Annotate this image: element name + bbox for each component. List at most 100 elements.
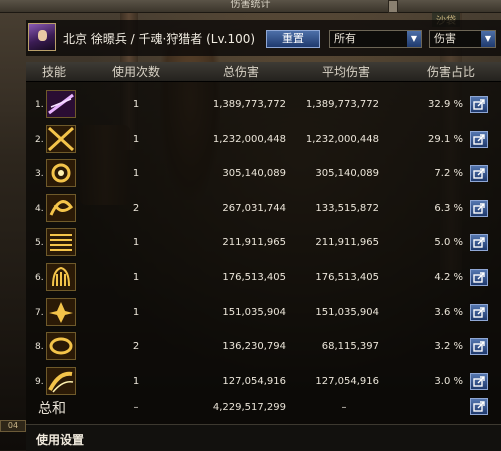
row-total-damage: 1,232,000,448 [212, 133, 286, 145]
row-total-damage: 151,035,904 [222, 306, 286, 318]
golden-ring-skill-icon [46, 332, 76, 361]
share-arrow-icon [473, 401, 485, 412]
golden-spiral-skill-icon [46, 159, 76, 188]
damage-stats-panel: 北京 徐暻兵 / 千魂·狩猎者 (Lv.100) 重置 所有 ▼ 伤害 ▼ 技能… [26, 20, 501, 451]
settings-button[interactable]: 使用设置 [36, 431, 84, 448]
summary-avg-damage: – [341, 402, 347, 413]
share-arrow-icon [473, 376, 485, 387]
summary-row: 总和 – 4,229,517,299 – [26, 394, 501, 424]
row-rank: 7. [35, 307, 44, 318]
share-button[interactable] [470, 165, 488, 183]
column-headers: 技能 使用次数 总伤害 平均伤害 伤害占比 [26, 62, 501, 82]
share-button[interactable] [470, 372, 488, 390]
row-avg-damage: 151,035,904 [315, 306, 379, 318]
row-total-damage: 127,054,916 [222, 375, 286, 387]
share-button[interactable] [470, 398, 488, 415]
type-filter-value: 伤害 [434, 32, 456, 45]
chevron-down-icon[interactable]: ▼ [481, 31, 495, 47]
share-button[interactable] [470, 338, 488, 356]
row-uses: 1 [132, 237, 140, 249]
row-rank: 1. [35, 100, 44, 110]
row-damage-pct: 29.1 % [428, 133, 463, 145]
row-uses: 2 [132, 202, 140, 214]
share-button[interactable] [470, 96, 488, 113]
row-total-damage: 176,513,405 [222, 272, 286, 283]
summary-label: 总和 [38, 401, 66, 417]
share-arrow-icon [473, 272, 485, 283]
share-arrow-icon [473, 237, 485, 249]
table-row: 5. 1 211,911,965 211,911,965 5.0 % [26, 225, 501, 259]
row-uses: 1 [132, 375, 140, 387]
row-total-damage: 211,911,965 [222, 237, 286, 249]
golden-cross-slash-skill-icon [46, 124, 76, 153]
column-header-pct: 伤害占比 [426, 65, 475, 79]
summary-total-damage: 4,229,517,299 [212, 402, 286, 413]
row-damage-pct: 3.0 % [434, 375, 463, 387]
share-button[interactable] [470, 234, 488, 252]
table-row: 9. 1 127,054,916 127,054,916 3.0 % [26, 364, 501, 398]
row-uses: 1 [132, 272, 140, 283]
row-avg-damage: 211,911,965 [315, 237, 379, 249]
title-scroll-handle[interactable] [388, 0, 398, 13]
column-header-skill: 技能 [41, 65, 66, 79]
share-button[interactable] [470, 130, 488, 148]
golden-swipe-skill-icon [46, 366, 76, 395]
row-rank: 2. [35, 134, 44, 145]
row-damage-pct: 4.2 % [434, 272, 463, 283]
share-arrow-icon [473, 203, 485, 214]
row-uses: 2 [132, 341, 140, 353]
row-uses: 1 [132, 99, 140, 110]
table-row: 8. 2 136,230,794 68,115,397 3.2 % [26, 329, 501, 363]
window-title-bar[interactable]: 伤害统计 [0, 0, 501, 13]
row-uses: 1 [132, 168, 140, 180]
share-arrow-icon [473, 341, 485, 352]
row-avg-damage: 68,115,397 [321, 341, 379, 353]
share-button[interactable] [470, 199, 488, 217]
share-arrow-icon [473, 168, 485, 179]
row-avg-damage: 133,515,872 [315, 202, 379, 214]
row-uses: 1 [132, 306, 140, 318]
column-header-uses: 使用次数 [111, 65, 160, 79]
type-filter-select[interactable]: 伤害 ▼ [429, 30, 496, 48]
row-total-damage: 305,140,089 [222, 168, 286, 180]
target-filter-select[interactable]: 所有 ▼ [329, 30, 422, 48]
row-rank: 9. [35, 376, 44, 387]
golden-lines-skill-icon [46, 228, 76, 257]
reset-button[interactable]: 重置 [266, 30, 320, 48]
share-button[interactable] [470, 269, 488, 286]
table-row: 2. 1 1,232,000,448 1,232,000,448 29.1 % [26, 122, 501, 156]
purple-slash-skill-icon [46, 90, 76, 118]
row-damage-pct: 5.0 % [434, 237, 463, 249]
golden-claw-skill-icon [46, 263, 76, 291]
share-arrow-icon [473, 306, 485, 318]
row-avg-damage: 1,232,000,448 [305, 133, 379, 145]
panel-header: 北京 徐暻兵 / 千魂·狩猎者 (Lv.100) 重置 所有 ▼ 伤害 ▼ [26, 20, 501, 56]
row-avg-damage: 176,513,405 [315, 272, 379, 283]
row-total-damage: 136,230,794 [222, 341, 286, 353]
avatar [28, 23, 56, 51]
row-rank: 4. [35, 203, 44, 214]
row-damage-pct: 3.2 % [434, 341, 463, 353]
row-avg-damage: 1,389,773,772 [305, 99, 379, 110]
row-rank: 3. [35, 169, 44, 180]
summary-uses: – [133, 402, 139, 413]
row-damage-pct: 7.2 % [434, 168, 463, 180]
chevron-down-icon[interactable]: ▼ [407, 31, 421, 47]
column-header-total: 总伤害 [222, 65, 259, 79]
table-row: 3. 1 305,140,089 305,140,089 7.2 % [26, 156, 501, 190]
row-damage-pct: 6.3 % [434, 202, 463, 214]
row-total-damage: 267,031,744 [222, 202, 286, 214]
side-badge: 04 [0, 420, 26, 432]
row-damage-pct: 32.9 % [428, 99, 463, 110]
row-avg-damage: 305,140,089 [315, 168, 379, 180]
table-row: 6. 1 176,513,405 176,513,405 4.2 % [26, 260, 501, 294]
row-damage-pct: 3.6 % [434, 306, 463, 318]
golden-whirl-skill-icon [46, 193, 76, 222]
row-rank: 5. [35, 238, 44, 249]
character-name: 北京 徐暻兵 / 千魂·狩猎者 (Lv.100) [63, 32, 256, 46]
column-header-avg: 平均伤害 [321, 65, 370, 79]
share-button[interactable] [470, 303, 488, 321]
window-title: 伤害统计 [230, 0, 271, 10]
row-avg-damage: 127,054,916 [315, 375, 379, 387]
row-uses: 1 [132, 133, 140, 145]
